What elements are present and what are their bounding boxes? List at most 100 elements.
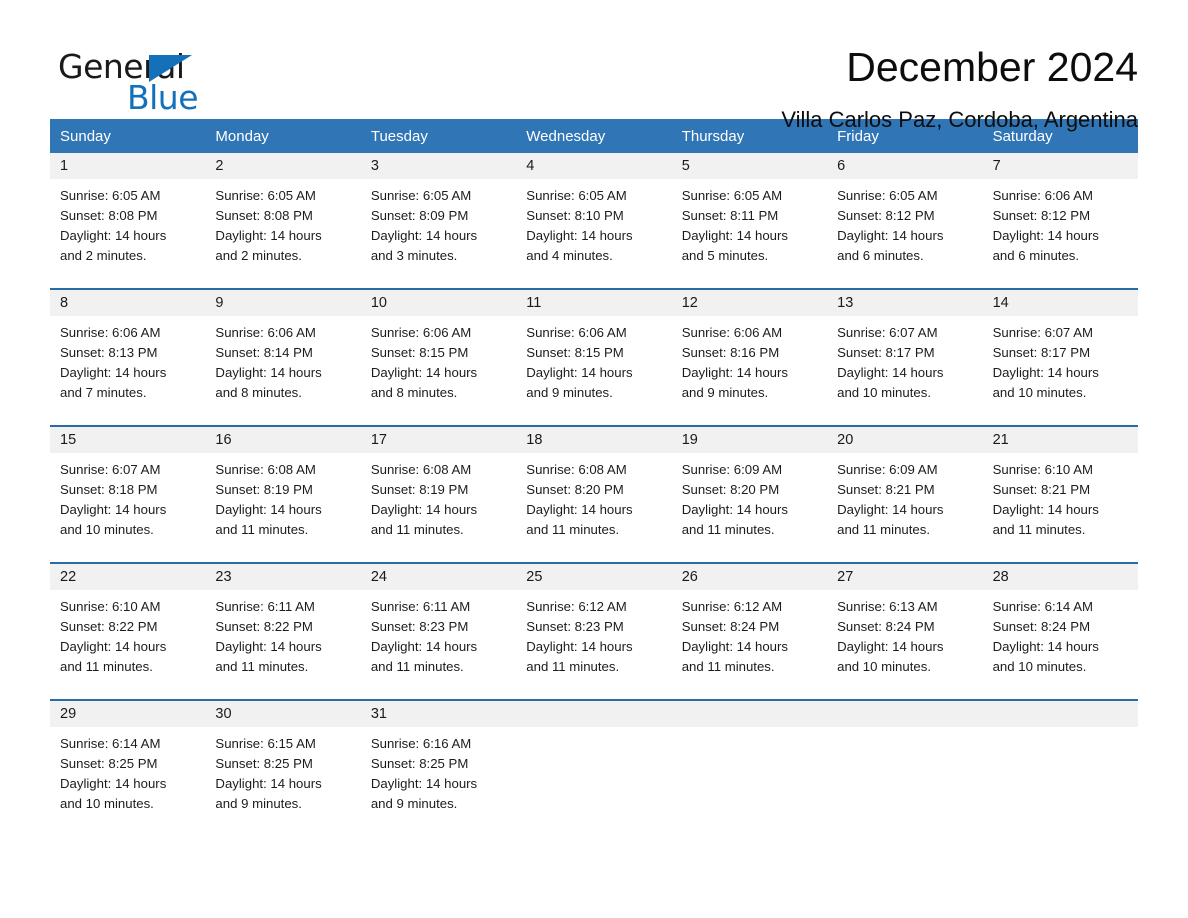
day-cell[interactable]: Sunrise: 6:05 AM Sunset: 8:11 PM Daylight:… xyxy=(672,179,827,279)
calendar-week-row: 8 9 10 11 12 13 14 Sunrise: 6:06 AM Sunset: 8:13… xyxy=(50,288,1138,416)
day-cell[interactable]: Sunrise: 6:05 AM Sunset: 8:12 PM Daylight:… xyxy=(827,179,982,279)
day-number[interactable]: 2 xyxy=(205,153,360,179)
day-cell[interactable]: Sunrise: 6:09 AM Sunset: 8:20 PM Daylight:… xyxy=(672,453,827,553)
day-cell[interactable]: Sunrise: 6:10 AM Sunset: 8:22 PM Daylight:… xyxy=(50,590,205,690)
day-cell[interactable]: Sunrise: 6:05 AM Sunset: 8:09 PM Daylight:… xyxy=(361,179,516,279)
day-number[interactable]: 26 xyxy=(672,564,827,590)
day-cell[interactable]: Sunrise: 6:15 AM Sunset: 8:25 PM Daylight:… xyxy=(205,727,360,827)
day-sunrise-text: Sunrise: 6:11 AM xyxy=(370,599,471,614)
day-daylight-2-text: and 9 minutes. xyxy=(370,796,458,811)
day-cell[interactable]: Sunrise: 6:06 AM Sunset: 8:15 PM Daylight:… xyxy=(361,316,516,416)
day-daylight-1-text: Daylight: 14 hours xyxy=(60,502,167,517)
day-number[interactable]: 9 xyxy=(205,290,360,316)
day-number[interactable]: 7 xyxy=(983,153,1138,179)
day-daylight-2-text: and 11 minutes. xyxy=(370,659,464,674)
day-cell[interactable]: Sunrise: 6:07 AM Sunset: 8:17 PM Daylight:… xyxy=(827,316,982,416)
day-daylight-1-text: Daylight: 14 hours xyxy=(526,228,633,243)
day-number[interactable]: 13 xyxy=(827,290,982,316)
calendar-weeks: 1 2 3 4 5 6 7 Sunrise: 6:05 AM Sunset: 8:08 PM Da… xyxy=(50,153,1138,827)
day-number[interactable]: 3 xyxy=(361,153,516,179)
day-number[interactable]: 10 xyxy=(361,290,516,316)
day-number[interactable]: 18 xyxy=(516,427,671,453)
day-number[interactable]: 5 xyxy=(672,153,827,179)
calendar-week-row: 1 2 3 4 5 6 7 Sunrise: 6:05 AM Sunset: 8:08 PM Da… xyxy=(50,153,1138,279)
day-number[interactable]: 12 xyxy=(672,290,827,316)
day-daylight-1-text: Daylight: 14 hours xyxy=(837,365,944,380)
day-number[interactable]: 28 xyxy=(983,564,1138,590)
day-number-empty xyxy=(516,701,671,727)
day-daylight-1-text: Daylight: 14 hours xyxy=(370,502,478,517)
day-cell[interactable]: Sunrise: 6:06 AM Sunset: 8:12 PM Daylight:… xyxy=(983,179,1138,279)
day-cell[interactable]: Sunrise: 6:05 AM Sunset: 8:10 PM Daylight:… xyxy=(516,179,671,279)
calendar-table: Sunday Monday Tuesday Wednesday Thursday… xyxy=(50,119,1138,827)
day-number[interactable]: 30 xyxy=(205,701,360,727)
day-cell[interactable]: Sunrise: 6:14 AM Sunset: 8:24 PM Daylight:… xyxy=(983,590,1138,690)
day-number[interactable]: 25 xyxy=(516,564,671,590)
day-cell[interactable]: Sunrise: 6:10 AM Sunset: 8:21 PM Daylight:… xyxy=(983,453,1138,553)
day-number[interactable]: 21 xyxy=(983,427,1138,453)
day-cell[interactable]: Sunrise: 6:06 AM Sunset: 8:15 PM Daylight:… xyxy=(516,316,671,416)
day-sunset-text: Sunset: 8:08 PM xyxy=(215,208,313,223)
day-number[interactable]: 11 xyxy=(516,290,671,316)
day-cell[interactable]: Sunrise: 6:06 AM Sunset: 8:13 PM Daylight:… xyxy=(50,316,205,416)
day-daylight-1-text: Daylight: 14 hours xyxy=(370,776,478,791)
day-cell[interactable]: Sunrise: 6:08 AM Sunset: 8:19 PM Daylight:… xyxy=(361,453,516,553)
day-number[interactable]: 20 xyxy=(827,427,982,453)
day-number[interactable]: 19 xyxy=(672,427,827,453)
day-number[interactable]: 22 xyxy=(50,564,205,590)
general-blue-logo: General Blue xyxy=(50,42,250,114)
day-number[interactable]: 17 xyxy=(361,427,516,453)
day-cell[interactable]: Sunrise: 6:08 AM Sunset: 8:20 PM Daylight:… xyxy=(516,453,671,553)
day-details-row: Sunrise: 6:06 AM Sunset: 8:13 PM Daylight:… xyxy=(50,316,1138,416)
day-sunrise-text: Sunrise: 6:05 AM xyxy=(526,188,627,203)
day-cell[interactable]: Sunrise: 6:06 AM Sunset: 8:14 PM Daylight:… xyxy=(205,316,360,416)
day-cell[interactable]: Sunrise: 6:05 AM Sunset: 8:08 PM Daylight:… xyxy=(50,179,205,279)
day-sunset-text: Sunset: 8:21 PM xyxy=(837,482,935,497)
day-number[interactable]: 27 xyxy=(827,564,982,590)
day-cell[interactable]: Sunrise: 6:06 AM Sunset: 8:16 PM Daylight:… xyxy=(672,316,827,416)
day-sunset-text: Sunset: 8:25 PM xyxy=(370,756,469,771)
day-cell[interactable]: Sunrise: 6:16 AM Sunset: 8:25 PM Daylight:… xyxy=(361,727,516,827)
day-number[interactable]: 24 xyxy=(361,564,516,590)
day-number[interactable]: 1 xyxy=(50,153,205,179)
weekday-header-saturday: Saturday xyxy=(992,127,1053,145)
day-sunrise-text: Sunrise: 6:10 AM xyxy=(992,462,1093,477)
day-number[interactable]: 16 xyxy=(205,427,360,453)
day-daylight-1-text: Daylight: 14 hours xyxy=(992,365,1099,380)
day-number[interactable]: 14 xyxy=(983,290,1138,316)
day-cell[interactable]: Sunrise: 6:07 AM Sunset: 8:17 PM Daylight:… xyxy=(983,316,1138,416)
day-cell-empty xyxy=(672,727,827,827)
day-cell[interactable]: Sunrise: 6:12 AM Sunset: 8:23 PM Daylight:… xyxy=(516,590,671,690)
day-sunset-text: Sunset: 8:15 PM xyxy=(526,345,624,360)
day-sunrise-text: Sunrise: 6:07 AM xyxy=(837,325,938,340)
day-sunset-text: Sunset: 8:08 PM xyxy=(60,208,158,223)
day-cell[interactable]: Sunrise: 6:08 AM Sunset: 8:19 PM Daylight:… xyxy=(205,453,360,553)
day-daylight-1-text: Daylight: 14 hours xyxy=(370,228,478,243)
day-cell[interactable]: Sunrise: 6:11 AM Sunset: 8:22 PM Daylight:… xyxy=(205,590,360,690)
day-daylight-2-text: and 10 minutes. xyxy=(992,385,1087,400)
day-daylight-1-text: Daylight: 14 hours xyxy=(60,776,167,791)
day-daylight-2-text: and 11 minutes. xyxy=(60,659,153,674)
day-number[interactable]: 6 xyxy=(827,153,982,179)
day-cell[interactable]: Sunrise: 6:14 AM Sunset: 8:25 PM Daylight:… xyxy=(50,727,205,827)
day-number[interactable]: 23 xyxy=(205,564,360,590)
day-cell[interactable]: Sunrise: 6:09 AM Sunset: 8:21 PM Daylight:… xyxy=(827,453,982,553)
day-number[interactable]: 15 xyxy=(50,427,205,453)
day-cell[interactable]: Sunrise: 6:11 AM Sunset: 8:23 PM Daylight:… xyxy=(361,590,516,690)
day-sunrise-text: Sunrise: 6:16 AM xyxy=(370,736,472,751)
day-number[interactable]: 31 xyxy=(361,701,516,727)
day-number[interactable]: 4 xyxy=(516,153,671,179)
weekday-header-tuesday: Tuesday xyxy=(370,127,428,145)
day-number-band: 1234567 xyxy=(50,153,1138,179)
day-daylight-1-text: Daylight: 14 hours xyxy=(992,228,1099,243)
day-cell[interactable]: Sunrise: 6:05 AM Sunset: 8:08 PM Daylight:… xyxy=(205,179,360,279)
day-sunrise-text: Sunrise: 6:07 AM xyxy=(60,462,161,477)
day-cell[interactable]: Sunrise: 6:13 AM Sunset: 8:24 PM Daylight:… xyxy=(827,590,982,690)
day-number[interactable]: 29 xyxy=(50,701,205,727)
day-number[interactable]: 8 xyxy=(50,290,205,316)
day-number-band: 15 16 17 18 19 20 21 xyxy=(50,427,1138,453)
day-sunset-text: Sunset: 8:19 PM xyxy=(215,482,313,497)
day-daylight-1-text: Daylight: 14 hours xyxy=(837,502,944,517)
day-cell[interactable]: Sunrise: 6:07 AM Sunset: 8:18 PM Daylight:… xyxy=(50,453,205,553)
day-cell[interactable]: Sunrise: 6:12 AM Sunset: 8:24 PM Daylight:… xyxy=(672,590,827,690)
